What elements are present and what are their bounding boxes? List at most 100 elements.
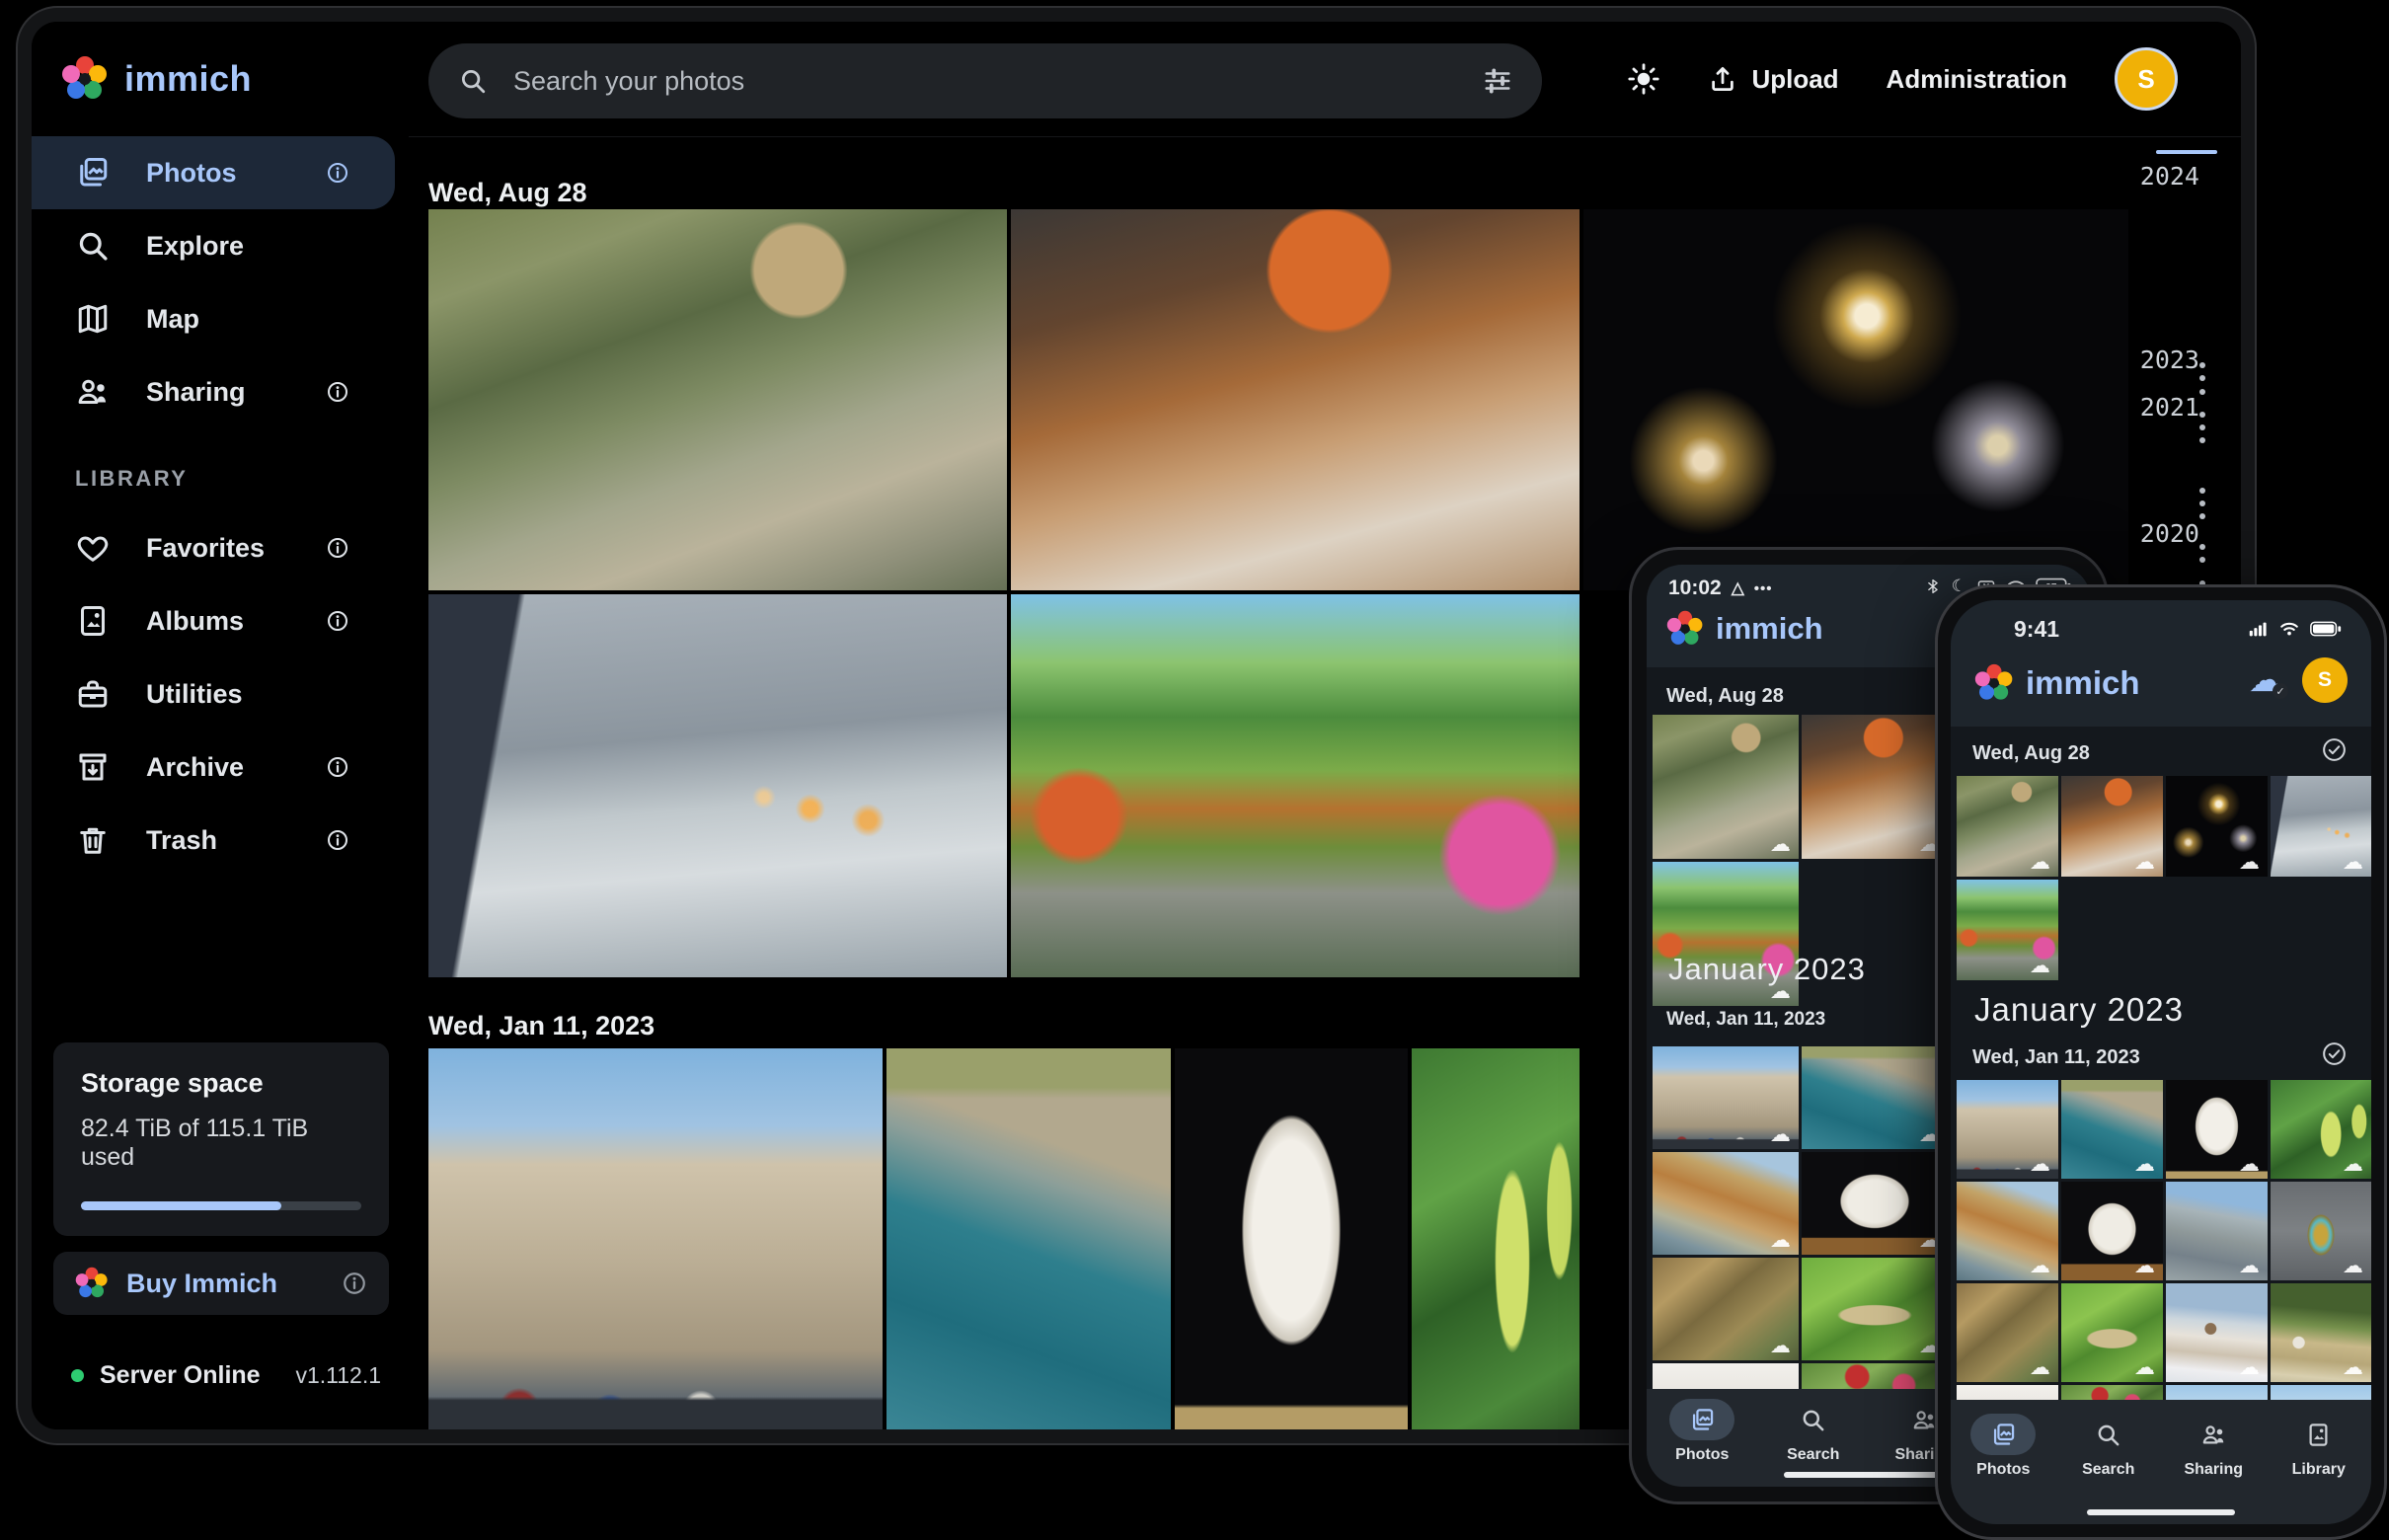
search-bar[interactable]: Search your photos xyxy=(428,43,1542,118)
photo-bust[interactable] xyxy=(1175,1048,1408,1429)
cloud-icon: ☁ xyxy=(2343,852,2363,873)
cloud-icon: ☁ xyxy=(2239,1256,2260,1276)
cloud-backup-icon[interactable]: ☁✓ xyxy=(2249,663,2282,697)
sidebar-item-trash[interactable]: Trash xyxy=(32,804,395,877)
thumb-fortress[interactable]: ☁ xyxy=(1653,1046,1799,1149)
info-icon[interactable] xyxy=(326,755,349,779)
topbar-actions: Upload Administration S xyxy=(1627,22,2178,136)
cloud-icon: ☁ xyxy=(1770,1336,1791,1356)
info-icon[interactable] xyxy=(326,609,349,633)
nav-item-photos[interactable]: Photos xyxy=(1655,1399,1749,1464)
cloud-icon: ☁ xyxy=(2343,1154,2363,1175)
thumb-dinner[interactable]: ☁ xyxy=(2061,776,2163,877)
nav-item-library[interactable]: Library xyxy=(2272,1414,2366,1479)
cloud-icon: ☁ xyxy=(2239,1357,2260,1378)
user-avatar[interactable]: S xyxy=(2302,657,2348,703)
thumb-coast[interactable]: ☁ xyxy=(2061,1080,2163,1179)
user-avatar[interactable]: S xyxy=(2115,47,2178,111)
thumb-bust[interactable]: ☁ xyxy=(2166,1080,2268,1179)
info-icon[interactable] xyxy=(326,828,349,852)
home-indicator[interactable] xyxy=(1784,1472,1954,1478)
photo-dinner[interactable] xyxy=(1011,209,1580,590)
thumb-dinner[interactable]: ☁ xyxy=(1802,715,1948,859)
thumb-alpine-farm[interactable]: ☁ xyxy=(2271,1283,2371,1382)
theme-toggle-sun-icon[interactable] xyxy=(1627,62,1660,96)
nav-item-sharing[interactable]: Sharing xyxy=(2166,1414,2261,1479)
info-icon[interactable] xyxy=(326,161,349,185)
thumb-monkeys[interactable]: ☁ xyxy=(1957,776,2058,877)
info-icon[interactable] xyxy=(326,380,349,404)
thumb-lizard-leaves[interactable]: ☁ xyxy=(1653,1258,1799,1360)
sidebar-item-favorites[interactable]: Favorites xyxy=(32,511,395,584)
sharing-people-icon xyxy=(2181,1414,2246,1455)
thumb-fortress[interactable]: ☁ xyxy=(1957,1080,2058,1179)
photo-fireworks[interactable] xyxy=(1583,209,2128,590)
thumb-ruins[interactable]: ☁ xyxy=(2166,1182,2268,1280)
photo-berries[interactable] xyxy=(1412,1048,1580,1429)
thumb-lizard-moss[interactable]: ☁ xyxy=(1802,1258,1948,1360)
sidebar-item-sharing[interactable]: Sharing xyxy=(32,355,395,428)
thumb-marble[interactable]: ☁ xyxy=(2061,1182,2163,1280)
timeline-year[interactable]: 2024 xyxy=(2140,162,2199,191)
sidebar-label: Favorites xyxy=(146,533,265,564)
search-icon xyxy=(2076,1414,2141,1455)
upload-button[interactable]: Upload xyxy=(1708,64,1838,95)
phone-date-aug: Wed, Aug 28 xyxy=(1972,742,2090,765)
photo-park[interactable] xyxy=(1011,594,1580,977)
thumb-monkeys[interactable]: ☁ xyxy=(1653,715,1799,859)
server-status-row: Server Online v1.112.1 xyxy=(71,1361,381,1390)
sidebar-item-utilities[interactable]: Utilities xyxy=(32,657,395,731)
info-icon[interactable] xyxy=(326,536,349,560)
thumb-coast[interactable]: ☁ xyxy=(1802,1046,1948,1149)
nav-item-search[interactable]: Search xyxy=(2061,1414,2156,1479)
nav-item-search[interactable]: Search xyxy=(1766,1399,1861,1464)
timeline-year[interactable]: 2021 xyxy=(2140,393,2199,422)
cloud-icon: ☁ xyxy=(2134,1357,2155,1378)
cloud-icon: ☁ xyxy=(1770,1124,1791,1145)
status-bar-right-cluster xyxy=(2247,618,2342,640)
cloud-icon: ☁ xyxy=(2134,852,2155,873)
home-indicator[interactable] xyxy=(2087,1509,2235,1515)
sidebar-item-map[interactable]: Map xyxy=(32,282,395,355)
library-icon xyxy=(2286,1414,2351,1455)
thumb-winter-village[interactable]: ☁ xyxy=(2166,1283,2268,1382)
timeline-year[interactable]: 2020 xyxy=(2140,519,2199,548)
photo-monkeys[interactable] xyxy=(428,209,1007,590)
thumb-marble[interactable]: ☁ xyxy=(1802,1152,1948,1255)
info-icon[interactable] xyxy=(342,1270,367,1296)
thumb-centerpiece[interactable]: ☁ xyxy=(2271,1182,2371,1280)
sidebar-item-archive[interactable]: Archive xyxy=(32,731,395,804)
photo-hands[interactable] xyxy=(428,594,1007,977)
sidebar: Photos Explore Map Sharing LIBRARY Favor… xyxy=(32,136,409,1429)
server-online-dot xyxy=(71,1369,84,1382)
thumb-fireworks[interactable]: ☁ xyxy=(2166,776,2268,877)
sidebar-item-explore[interactable]: Explore xyxy=(32,209,395,282)
photo-fortress[interactable] xyxy=(428,1048,883,1429)
filter-sliders-icon[interactable] xyxy=(1483,66,1512,96)
thumb-berries[interactable]: ☁ xyxy=(2271,1080,2371,1179)
select-all-check-icon[interactable] xyxy=(2321,736,2348,763)
thumb-lizard-leaves[interactable]: ☁ xyxy=(1957,1283,2058,1382)
nav-item-photos[interactable]: Photos xyxy=(1956,1414,2050,1479)
thumb-hands[interactable]: ☁ xyxy=(2271,776,2371,877)
sidebar-label: Utilities xyxy=(146,679,243,710)
cloud-icon: ☁ xyxy=(2030,1357,2050,1378)
sharing-people-icon xyxy=(75,374,111,410)
sidebar-item-photos[interactable]: Photos xyxy=(32,136,395,209)
sidebar-item-albums[interactable]: Albums xyxy=(32,584,395,657)
thumb-park[interactable]: ☁ xyxy=(1957,880,2058,980)
top-navbar: immich Search your photos Upload Adminis… xyxy=(32,22,2241,137)
thumb-lizard-moss[interactable]: ☁ xyxy=(2061,1283,2163,1382)
photo-coast[interactable] xyxy=(886,1048,1171,1429)
thumb-cliff[interactable]: ☁ xyxy=(1653,1152,1799,1255)
immich-flower-icon xyxy=(75,1267,109,1300)
app-logo[interactable]: immich xyxy=(61,22,252,136)
scrubber-position-indicator[interactable] xyxy=(2156,150,2217,154)
storage-space-card: Storage space 82.4 TiB of 115.1 TiB used xyxy=(53,1042,389,1236)
buy-immich-button[interactable]: Buy Immich xyxy=(53,1252,389,1315)
timeline-year[interactable]: 2023 xyxy=(2140,346,2199,374)
storage-progress-track xyxy=(81,1201,361,1210)
thumb-cliff[interactable]: ☁ xyxy=(1957,1182,2058,1280)
select-all-check-icon[interactable] xyxy=(2321,1040,2348,1067)
administration-link[interactable]: Administration xyxy=(1887,64,2067,95)
